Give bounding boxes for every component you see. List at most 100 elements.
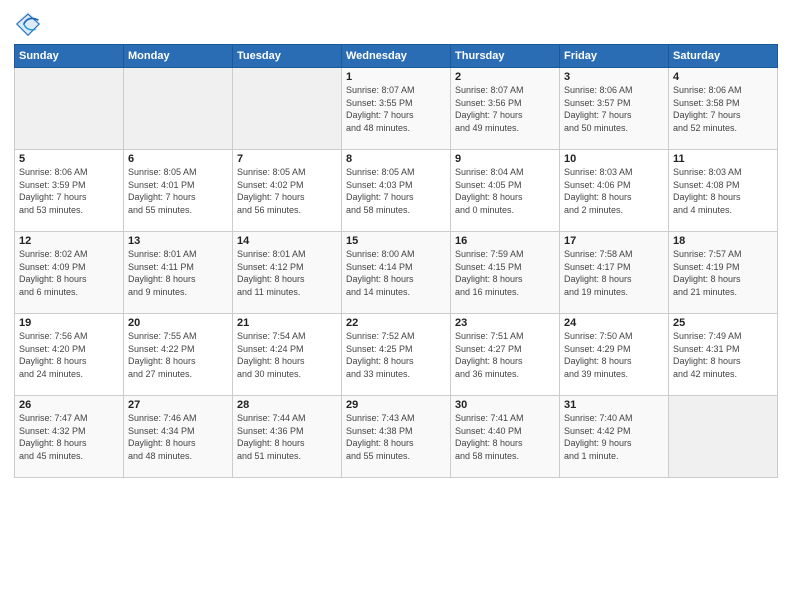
day-number: 21 [237, 317, 337, 329]
calendar-cell: 26Sunrise: 7:47 AM Sunset: 4:32 PM Dayli… [15, 396, 124, 478]
day-number: 9 [455, 153, 555, 165]
calendar-cell: 7Sunrise: 8:05 AM Sunset: 4:02 PM Daylig… [233, 150, 342, 232]
day-number: 19 [19, 317, 119, 329]
day-info: Sunrise: 8:07 AM Sunset: 3:55 PM Dayligh… [346, 84, 446, 134]
day-number: 8 [346, 153, 446, 165]
weekday-header-sunday: Sunday [15, 45, 124, 68]
day-number: 17 [564, 235, 664, 247]
day-number: 12 [19, 235, 119, 247]
day-info: Sunrise: 8:05 AM Sunset: 4:01 PM Dayligh… [128, 166, 228, 216]
day-info: Sunrise: 8:01 AM Sunset: 4:12 PM Dayligh… [237, 248, 337, 298]
day-info: Sunrise: 8:04 AM Sunset: 4:05 PM Dayligh… [455, 166, 555, 216]
day-number: 10 [564, 153, 664, 165]
calendar-cell: 17Sunrise: 7:58 AM Sunset: 4:17 PM Dayli… [560, 232, 669, 314]
day-number: 23 [455, 317, 555, 329]
calendar-cell: 18Sunrise: 7:57 AM Sunset: 4:19 PM Dayli… [669, 232, 778, 314]
day-number: 20 [128, 317, 228, 329]
calendar-cell: 6Sunrise: 8:05 AM Sunset: 4:01 PM Daylig… [124, 150, 233, 232]
calendar-cell: 16Sunrise: 7:59 AM Sunset: 4:15 PM Dayli… [451, 232, 560, 314]
page: SundayMondayTuesdayWednesdayThursdayFrid… [0, 0, 792, 612]
day-info: Sunrise: 8:05 AM Sunset: 4:02 PM Dayligh… [237, 166, 337, 216]
day-info: Sunrise: 7:49 AM Sunset: 4:31 PM Dayligh… [673, 330, 773, 380]
day-info: Sunrise: 8:03 AM Sunset: 4:06 PM Dayligh… [564, 166, 664, 216]
day-info: Sunrise: 7:50 AM Sunset: 4:29 PM Dayligh… [564, 330, 664, 380]
day-number: 11 [673, 153, 773, 165]
day-number: 7 [237, 153, 337, 165]
calendar-cell: 3Sunrise: 8:06 AM Sunset: 3:57 PM Daylig… [560, 68, 669, 150]
day-number: 25 [673, 317, 773, 329]
day-info: Sunrise: 8:05 AM Sunset: 4:03 PM Dayligh… [346, 166, 446, 216]
day-number: 5 [19, 153, 119, 165]
day-info: Sunrise: 8:01 AM Sunset: 4:11 PM Dayligh… [128, 248, 228, 298]
calendar-cell: 11Sunrise: 8:03 AM Sunset: 4:08 PM Dayli… [669, 150, 778, 232]
calendar-cell: 8Sunrise: 8:05 AM Sunset: 4:03 PM Daylig… [342, 150, 451, 232]
weekday-header-wednesday: Wednesday [342, 45, 451, 68]
logo [14, 10, 46, 38]
week-row-3: 12Sunrise: 8:02 AM Sunset: 4:09 PM Dayli… [15, 232, 778, 314]
day-number: 28 [237, 399, 337, 411]
logo-icon [14, 10, 42, 38]
day-info: Sunrise: 8:06 AM Sunset: 3:58 PM Dayligh… [673, 84, 773, 134]
week-row-4: 19Sunrise: 7:56 AM Sunset: 4:20 PM Dayli… [15, 314, 778, 396]
day-number: 31 [564, 399, 664, 411]
weekday-header-row: SundayMondayTuesdayWednesdayThursdayFrid… [15, 45, 778, 68]
day-number: 24 [564, 317, 664, 329]
day-info: Sunrise: 7:47 AM Sunset: 4:32 PM Dayligh… [19, 412, 119, 462]
calendar-cell: 22Sunrise: 7:52 AM Sunset: 4:25 PM Dayli… [342, 314, 451, 396]
calendar-cell: 15Sunrise: 8:00 AM Sunset: 4:14 PM Dayli… [342, 232, 451, 314]
calendar-cell [15, 68, 124, 150]
day-number: 13 [128, 235, 228, 247]
calendar-cell: 28Sunrise: 7:44 AM Sunset: 4:36 PM Dayli… [233, 396, 342, 478]
weekday-header-thursday: Thursday [451, 45, 560, 68]
calendar-cell: 4Sunrise: 8:06 AM Sunset: 3:58 PM Daylig… [669, 68, 778, 150]
day-number: 15 [346, 235, 446, 247]
day-info: Sunrise: 7:57 AM Sunset: 4:19 PM Dayligh… [673, 248, 773, 298]
weekday-header-saturday: Saturday [669, 45, 778, 68]
day-number: 22 [346, 317, 446, 329]
calendar-cell [124, 68, 233, 150]
calendar-cell: 19Sunrise: 7:56 AM Sunset: 4:20 PM Dayli… [15, 314, 124, 396]
week-row-1: 1Sunrise: 8:07 AM Sunset: 3:55 PM Daylig… [15, 68, 778, 150]
day-info: Sunrise: 7:54 AM Sunset: 4:24 PM Dayligh… [237, 330, 337, 380]
day-number: 30 [455, 399, 555, 411]
day-number: 6 [128, 153, 228, 165]
day-info: Sunrise: 8:00 AM Sunset: 4:14 PM Dayligh… [346, 248, 446, 298]
calendar-cell: 10Sunrise: 8:03 AM Sunset: 4:06 PM Dayli… [560, 150, 669, 232]
calendar-cell: 13Sunrise: 8:01 AM Sunset: 4:11 PM Dayli… [124, 232, 233, 314]
day-info: Sunrise: 8:06 AM Sunset: 3:59 PM Dayligh… [19, 166, 119, 216]
day-info: Sunrise: 7:44 AM Sunset: 4:36 PM Dayligh… [237, 412, 337, 462]
day-info: Sunrise: 7:56 AM Sunset: 4:20 PM Dayligh… [19, 330, 119, 380]
calendar-cell: 1Sunrise: 8:07 AM Sunset: 3:55 PM Daylig… [342, 68, 451, 150]
calendar-cell: 20Sunrise: 7:55 AM Sunset: 4:22 PM Dayli… [124, 314, 233, 396]
day-info: Sunrise: 7:51 AM Sunset: 4:27 PM Dayligh… [455, 330, 555, 380]
day-info: Sunrise: 7:43 AM Sunset: 4:38 PM Dayligh… [346, 412, 446, 462]
day-info: Sunrise: 8:02 AM Sunset: 4:09 PM Dayligh… [19, 248, 119, 298]
day-number: 27 [128, 399, 228, 411]
calendar-cell: 24Sunrise: 7:50 AM Sunset: 4:29 PM Dayli… [560, 314, 669, 396]
calendar-cell: 14Sunrise: 8:01 AM Sunset: 4:12 PM Dayli… [233, 232, 342, 314]
day-number: 4 [673, 71, 773, 83]
calendar-cell: 30Sunrise: 7:41 AM Sunset: 4:40 PM Dayli… [451, 396, 560, 478]
day-info: Sunrise: 8:06 AM Sunset: 3:57 PM Dayligh… [564, 84, 664, 134]
day-info: Sunrise: 7:41 AM Sunset: 4:40 PM Dayligh… [455, 412, 555, 462]
calendar-cell: 27Sunrise: 7:46 AM Sunset: 4:34 PM Dayli… [124, 396, 233, 478]
weekday-header-monday: Monday [124, 45, 233, 68]
calendar-table: SundayMondayTuesdayWednesdayThursdayFrid… [14, 44, 778, 478]
day-number: 26 [19, 399, 119, 411]
calendar-cell [233, 68, 342, 150]
week-row-5: 26Sunrise: 7:47 AM Sunset: 4:32 PM Dayli… [15, 396, 778, 478]
day-number: 14 [237, 235, 337, 247]
day-info: Sunrise: 7:55 AM Sunset: 4:22 PM Dayligh… [128, 330, 228, 380]
day-info: Sunrise: 7:40 AM Sunset: 4:42 PM Dayligh… [564, 412, 664, 462]
day-number: 18 [673, 235, 773, 247]
calendar-cell: 21Sunrise: 7:54 AM Sunset: 4:24 PM Dayli… [233, 314, 342, 396]
calendar-cell: 23Sunrise: 7:51 AM Sunset: 4:27 PM Dayli… [451, 314, 560, 396]
calendar-cell: 5Sunrise: 8:06 AM Sunset: 3:59 PM Daylig… [15, 150, 124, 232]
week-row-2: 5Sunrise: 8:06 AM Sunset: 3:59 PM Daylig… [15, 150, 778, 232]
calendar-cell [669, 396, 778, 478]
calendar-cell: 2Sunrise: 8:07 AM Sunset: 3:56 PM Daylig… [451, 68, 560, 150]
calendar-cell: 12Sunrise: 8:02 AM Sunset: 4:09 PM Dayli… [15, 232, 124, 314]
day-number: 1 [346, 71, 446, 83]
day-info: Sunrise: 7:46 AM Sunset: 4:34 PM Dayligh… [128, 412, 228, 462]
day-info: Sunrise: 7:59 AM Sunset: 4:15 PM Dayligh… [455, 248, 555, 298]
